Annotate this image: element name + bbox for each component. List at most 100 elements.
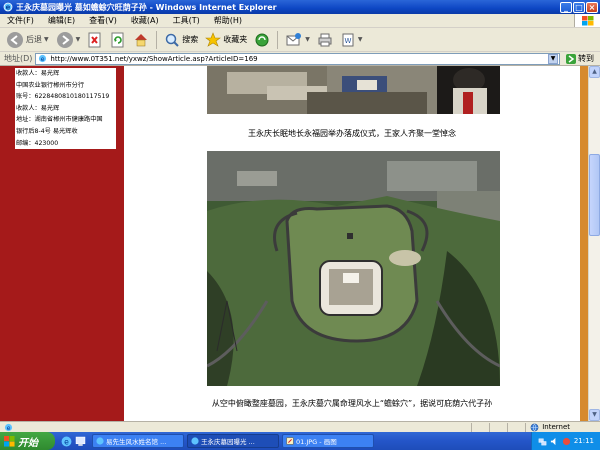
status-bar: e Internet	[0, 421, 600, 432]
address-url: http://www.0T351.net/yxwz/ShowArticle.as…	[50, 54, 258, 63]
word-icon: W	[342, 33, 354, 46]
info-line: 邮编：423000	[16, 139, 59, 147]
printer-icon	[318, 33, 332, 46]
start-label: 开始	[18, 437, 38, 449]
task-item-active[interactable]: 王永庆墓园曝光 ...	[187, 434, 279, 448]
svg-text:e: e	[41, 56, 45, 63]
search-button[interactable]: 搜索	[162, 30, 200, 50]
print-button[interactable]	[315, 30, 335, 50]
security-zone[interactable]: Internet	[525, 422, 600, 432]
windows-flag-icon	[4, 435, 15, 447]
home-button[interactable]	[131, 30, 151, 50]
task-item[interactable]: 易先生风水姓名馆 ...	[92, 434, 184, 448]
info-line: 收款人：易光辉	[16, 70, 60, 77]
paint-icon	[286, 437, 294, 445]
windows-logo-icon	[574, 14, 600, 27]
menu-file[interactable]: 文件(F)	[0, 15, 41, 26]
search-icon	[166, 33, 179, 47]
media-icon	[255, 33, 269, 46]
go-label: 转到	[578, 54, 594, 63]
status-cell	[507, 422, 525, 432]
svg-text:e: e	[7, 424, 11, 431]
refresh-button[interactable]	[108, 30, 128, 50]
status-cell	[471, 422, 489, 432]
status-cell	[489, 422, 507, 432]
maximize-button[interactable]: □	[573, 1, 585, 13]
page-loaded-icon: e	[4, 423, 13, 431]
article-photo-aerial	[207, 151, 500, 386]
info-line: 地址：湖南省郴州市健康路中国	[16, 116, 103, 124]
menu-edit[interactable]: 编辑(E)	[41, 15, 82, 26]
toolbar-separator	[277, 30, 279, 49]
search-label: 搜索	[182, 35, 199, 44]
network-icon[interactable]	[538, 437, 547, 446]
forward-arrow-icon	[56, 31, 73, 48]
info-line: 中国农业银行郴州市分行	[16, 81, 85, 89]
address-bar: 地址(D) e http://www.0T351.net/yxwz/ShowAr…	[0, 52, 600, 66]
menu-bar: 文件(F) 编辑(E) 查看(V) 收藏(A) 工具(T) 帮助(H)	[0, 14, 600, 28]
page-content: 收款人：易光辉 中国农业银行郴州市分行 账号：62284808101801175…	[0, 66, 588, 421]
info-line: 银行后8-4号 易光辉收	[16, 127, 78, 135]
info-line: 账号：622848081018011751​9	[16, 93, 110, 101]
desktop-icon[interactable]	[75, 436, 86, 447]
photo-caption: 从空中俯瞰整座墓园，王永庆墓穴属命理风水上“蟾蜍穴”，据说可庇荫六代子孙	[211, 399, 493, 408]
ie-icon	[96, 437, 104, 445]
mail-button[interactable]: ▼	[283, 30, 312, 50]
edit-button[interactable]: W ▼	[338, 30, 365, 50]
address-dropdown-icon[interactable]: ▼	[548, 53, 558, 64]
toolbar-separator	[156, 30, 158, 49]
right-sidebar	[580, 66, 588, 421]
task-item-label: 王永庆墓园曝光 ...	[201, 438, 255, 446]
toolbar: 后退 ▼ ▼ 搜索 收藏夹 ▼ W ▼	[0, 28, 600, 52]
stop-button[interactable]	[85, 30, 105, 50]
refresh-icon	[111, 32, 124, 47]
article-photo-ceremony	[207, 66, 500, 114]
scroll-up-icon[interactable]: ▲	[589, 66, 600, 78]
scroll-thumb[interactable]	[589, 154, 600, 236]
home-icon	[135, 33, 148, 46]
forward-button[interactable]: ▼	[54, 30, 83, 50]
task-item[interactable]: 01.JPG - 画图	[282, 434, 374, 448]
volume-icon[interactable]	[550, 437, 559, 446]
close-button[interactable]: ×	[586, 1, 598, 13]
system-tray: 21:11	[530, 432, 600, 450]
favorites-label: 收藏夹	[223, 35, 248, 44]
svg-text:e: e	[64, 437, 69, 446]
globe-icon	[530, 423, 539, 431]
start-button[interactable]: 开始	[0, 432, 55, 450]
back-button[interactable]: 后退 ▼	[4, 30, 51, 50]
stop-icon	[88, 32, 101, 47]
svg-text:e: e	[6, 4, 11, 12]
window-titlebar: e 王永庆墓园曝光 墓如蟾蜍穴旺荫子孙 - Windows Internet E…	[0, 0, 600, 14]
star-icon	[205, 31, 222, 47]
address-input[interactable]: e http://www.0T351.net/yxwz/ShowArticle.…	[35, 52, 560, 65]
menu-help[interactable]: 帮助(H)	[207, 15, 249, 26]
page-icon: e	[39, 54, 47, 63]
media-button[interactable]	[252, 30, 272, 50]
quick-launch: e	[55, 436, 92, 447]
menu-tools[interactable]: 工具(T)	[166, 15, 207, 26]
minimize-button[interactable]: _	[560, 1, 572, 13]
article-area: 王永庆长眠地长永福园举办落成仪式，王家人齐聚一堂悼念 从空中俯瞰整座墓园，王永庆…	[124, 66, 580, 421]
info-line: 收款人：易光辉	[16, 104, 60, 112]
vertical-scrollbar[interactable]: ▲ ▼	[588, 66, 600, 421]
left-sidebar: 收款人：易光辉 中国农业银行郴州市分行 账号：62284808101801175…	[0, 66, 124, 421]
menu-favorites[interactable]: 收藏(A)	[124, 15, 166, 26]
task-item-label: 01.JPG - 画图	[296, 438, 337, 446]
taskbar: 开始 e 易先生风水姓名馆 ... 王永庆墓园曝光 ... 01.JPG - 画…	[0, 432, 600, 450]
favorites-button[interactable]: 收藏夹	[203, 30, 249, 50]
mail-icon	[286, 32, 302, 45]
go-button[interactable]: 转到	[560, 53, 600, 64]
ie-icon	[191, 437, 199, 445]
ie-launch-icon[interactable]: e	[61, 436, 72, 447]
status-left: e	[0, 423, 471, 432]
task-item-label: 易先生风水姓名馆 ...	[106, 438, 167, 446]
window-title: 王永庆墓园曝光 墓如蟾蜍穴旺荫子孙 - Windows Internet Exp…	[16, 2, 277, 12]
scroll-down-icon[interactable]: ▼	[589, 409, 600, 421]
payment-info-box: 收款人：易光辉 中国农业银行郴州市分行 账号：62284808101801175…	[15, 68, 116, 149]
input-method-icon[interactable]	[562, 437, 571, 446]
ie-icon: e	[3, 2, 13, 12]
back-arrow-icon	[7, 31, 23, 48]
svg-text:W: W	[344, 37, 351, 45]
menu-view[interactable]: 查看(V)	[82, 15, 124, 26]
